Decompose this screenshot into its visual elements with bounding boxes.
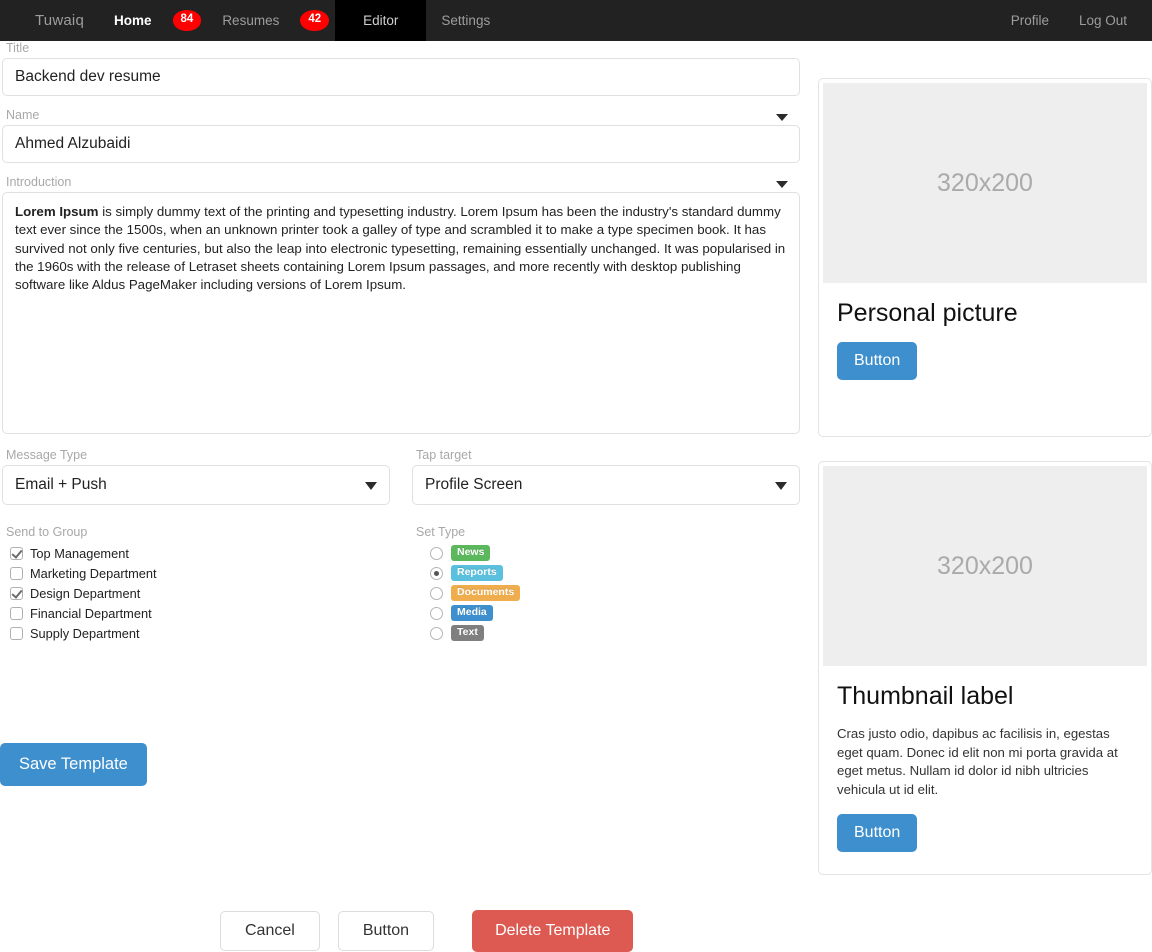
title-input[interactable] [2,58,800,96]
badge-news: News [451,544,491,562]
delete-template-button[interactable]: Delete Template [472,910,634,952]
field-name: Name [0,108,810,163]
save-template-button[interactable]: Save Template [0,743,147,786]
label-name: Name [6,108,40,122]
field-tap-target: Tap target Profile Screen [412,448,800,505]
radio-news[interactable] [430,546,443,560]
nav-item-settings[interactable]: Settings [426,0,505,41]
select-row: Message Type Email + Push Tap target Pro… [0,448,810,505]
chevron-down-icon-name[interactable] [776,114,788,121]
label-send-to-group: Send to Group [6,525,88,539]
option-groups-row: Send to Group Top Management Marketing D… [0,525,810,643]
name-input[interactable] [2,125,800,163]
chevron-down-icon-introduction[interactable] [776,181,788,188]
badge-text: Text [451,624,484,642]
checkbox-label-design-department: Design Department [30,585,141,601]
thumbnail-button[interactable]: Button [837,813,918,852]
cancel-button[interactable]: Cancel [220,911,320,951]
label-message-type: Message Type [6,448,88,462]
checkbox-row-design-department[interactable]: Design Department [2,583,412,603]
label-row-name: Name [2,108,810,125]
label-title: Title [6,41,30,55]
page-content: Title Name Introduction Lorem Ipsum is s… [0,41,1152,952]
checkbox-design-department[interactable] [10,586,23,600]
message-type-select-wrap: Email + Push [2,465,390,505]
radio-row-reports[interactable]: Reports [412,563,752,583]
radio-row-text[interactable]: Text [412,623,752,643]
personal-picture-title: Personal picture [837,299,1018,327]
send-to-group-block: Send to Group Top Management Marketing D… [2,525,412,643]
preview-column: 320x200 Personal picture Button 320x200 … [818,78,1152,899]
checkbox-label-top-management: Top Management [30,545,129,561]
navbar-right-group: Profile Log Out [996,0,1142,41]
nav-item-profile[interactable]: Profile [996,0,1064,41]
nav-item-editor[interactable]: Editor [335,0,427,41]
badge-reports: Reports [451,564,503,582]
tap-target-select[interactable]: Profile Screen [412,465,800,505]
radio-row-media[interactable]: Media [412,603,752,623]
personal-picture-card-body: Personal picture Button [823,283,1147,432]
checkbox-label-supply-department: Supply Department [30,625,140,641]
thumbnail-card: 320x200 Thumbnail label Cras justo odio,… [818,461,1152,875]
checkbox-row-marketing-department[interactable]: Marketing Department [2,563,412,583]
nav-badge-resumes[interactable]: 42 [300,10,330,31]
editor-form-column: Title Name Introduction Lorem Ipsum is s… [0,41,810,786]
introduction-lead: Lorem Ipsum [15,204,99,219]
thumbnail-placeholder: 320x200 [823,466,1147,666]
set-type-block: Set Type News Reports Documents Media Te… [412,525,752,643]
radio-row-documents[interactable]: Documents [412,583,752,603]
nav-badge-home-wrap: 84 [167,0,208,41]
label-introduction: Introduction [6,175,72,189]
nav-badge-resumes-wrap: 42 [294,0,335,41]
field-introduction: Introduction Lorem Ipsum is simply dummy… [0,175,810,434]
checkbox-row-supply-department[interactable]: Supply Department [2,623,412,643]
checkbox-row-financial-department[interactable]: Financial Department [2,603,412,623]
radio-media[interactable] [430,606,443,620]
nav-item-resumes[interactable]: Resumes [207,0,294,41]
message-type-select[interactable]: Email + Push [2,465,390,505]
personal-picture-button[interactable]: Button [837,342,918,380]
thumbnail-title: Thumbnail label [837,682,1014,710]
checkbox-row-top-management[interactable]: Top Management [2,543,412,563]
nav-badge-home[interactable]: 84 [172,10,202,31]
field-title: Title [0,41,810,96]
label-tap-target: Tap target [416,448,472,462]
navbar-spacer [505,0,995,41]
label-row-introduction: Introduction [2,175,810,192]
tap-target-select-wrap: Profile Screen [412,465,800,505]
nav-item-home[interactable]: Home [99,0,167,41]
radio-reports[interactable] [430,566,443,580]
field-message-type: Message Type Email + Push [2,448,390,505]
badge-media: Media [451,604,493,622]
generic-button[interactable]: Button [337,911,435,951]
checkbox-marketing-department[interactable] [10,566,23,580]
introduction-textarea[interactable]: Lorem Ipsum is simply dummy text of the … [2,192,800,434]
checkbox-supply-department[interactable] [10,626,23,640]
nav-item-logout[interactable]: Log Out [1064,0,1142,41]
radio-documents[interactable] [430,586,443,600]
thumbnail-card-body: Thumbnail label Cras justo odio, dapibus… [823,666,1147,870]
brand-logo[interactable]: Tuwaiq [20,0,99,41]
badge-documents: Documents [451,584,521,602]
radio-row-news[interactable]: News [412,543,752,563]
introduction-body: is simply dummy text of the printing and… [15,204,786,293]
thumbnail-text: Cras justo odio, dapibus ac facilisis in… [837,726,1118,798]
checkbox-top-management[interactable] [10,546,23,560]
footer-button-bar: Cancel Button Delete Template [220,910,634,952]
radio-text[interactable] [430,626,443,640]
checkbox-label-marketing-department: Marketing Department [30,565,157,581]
checkbox-financial-department[interactable] [10,606,23,620]
top-navbar: Tuwaiq Home 84 Resumes 42 Editor Setting… [0,0,1152,41]
label-set-type: Set Type [416,525,466,539]
personal-picture-card: 320x200 Personal picture Button [818,78,1152,437]
personal-picture-placeholder: 320x200 [823,83,1147,283]
checkbox-label-financial-department: Financial Department [30,605,152,621]
